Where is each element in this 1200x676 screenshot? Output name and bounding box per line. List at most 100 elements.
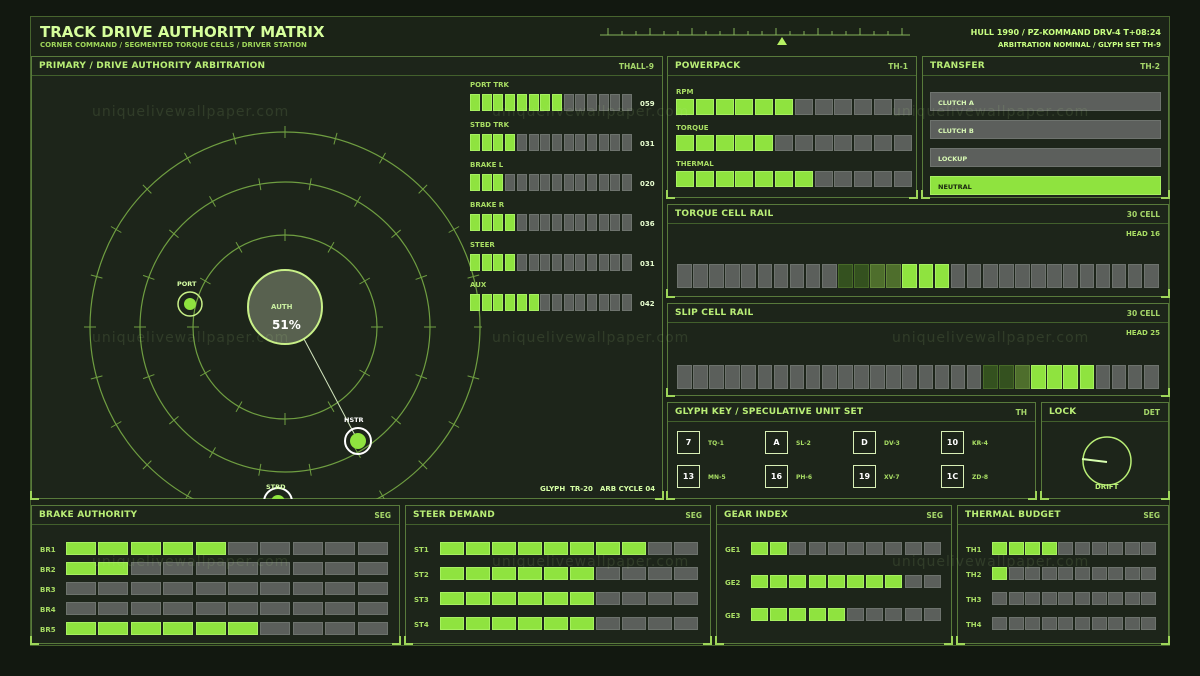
gear-segment (847, 542, 864, 555)
primary-bar-segment (516, 134, 527, 151)
thermal-segment (1091, 617, 1107, 630)
thermal-row-label: TH2 (966, 571, 982, 579)
gear-segment (827, 608, 845, 621)
primary-bar-segment (563, 254, 574, 271)
powerpack-segment (834, 135, 853, 151)
brake-row-label: BR1 (40, 546, 56, 554)
rail-cell (1111, 365, 1127, 389)
powerpack-segment (794, 99, 813, 115)
rail-cell (789, 365, 805, 389)
hstr-label: HSTR (344, 416, 364, 424)
gear-segment (847, 608, 864, 621)
thermal-panel: THERMAL BUDGET SEG TH1 TH2 TH3 TH4 (956, 505, 1170, 645)
gear-segment (751, 608, 768, 621)
primary-bar-segment (563, 214, 574, 231)
brake-segment (228, 622, 258, 635)
brake-segment (260, 582, 291, 595)
thermal-segment (1108, 542, 1124, 555)
watermark-5: uniquelivewallpaper.com (492, 104, 690, 120)
radar-tick (110, 226, 122, 233)
gear-segment (847, 575, 864, 588)
radar-tick (359, 277, 371, 285)
rail-cell (725, 264, 740, 288)
transfer-neutral-button[interactable]: NEUTRAL (930, 176, 1161, 195)
port-label: PORT (177, 280, 197, 288)
rail-cell (1095, 264, 1111, 288)
primary-bar-segment (516, 214, 527, 231)
brake-segment (325, 542, 356, 555)
primary-bar-segment (598, 214, 609, 231)
glyph-label: MN-5 (708, 474, 726, 481)
powerpack-title: POWERPACK (675, 61, 741, 71)
primary-bar-segment (563, 174, 574, 191)
brake-segment (292, 622, 323, 635)
thermal-segment (1141, 542, 1157, 555)
transfer-code: TH-2 (1140, 62, 1160, 71)
gear-segment (923, 608, 941, 621)
rail-cell (966, 365, 982, 389)
primary-bar-segment (470, 94, 480, 111)
brake-row-label: BR5 (40, 626, 56, 634)
rail-cell (886, 264, 901, 288)
page-subtitle: CORNER COMMAND / SEGMENTED TORQUE CELLS … (40, 41, 307, 49)
slip-head: HEAD 25 (1125, 329, 1160, 337)
powerpack-segment (715, 171, 734, 187)
primary-bar-segment (493, 254, 504, 271)
rail-cell (854, 365, 869, 389)
powerpack-segment (874, 171, 892, 187)
gear-segment (885, 575, 903, 588)
powerpack-panel: POWERPACK TH-1 RPM TORQUE THERMAL (666, 56, 918, 199)
thermal-segment (1025, 617, 1041, 630)
glyph-box: 7 (677, 431, 700, 454)
rail-cell (725, 365, 740, 389)
primary-bar-segment (610, 214, 621, 231)
radar-tick (169, 415, 179, 425)
brake-segment (325, 622, 356, 635)
powerpack-segment (834, 99, 853, 115)
rail-cell (870, 365, 885, 389)
primary-bar-segment (598, 134, 609, 151)
primary-bar-segment (528, 174, 539, 191)
primary-bar-segment (505, 134, 516, 151)
transfer-clutch-b-button[interactable]: CLUTCH B (930, 120, 1161, 139)
powerpack-segment (794, 135, 813, 151)
thermal-segment (1108, 617, 1124, 630)
powerpack-segment (735, 171, 754, 187)
primary-bar-label: AUX (470, 281, 487, 289)
rail-cell (966, 264, 982, 288)
radar-tick (391, 415, 401, 425)
brake-segment (195, 622, 226, 635)
gear-panel: GEAR INDEX SEG GE1 GE2 GE3 (715, 505, 953, 645)
radar-tick (391, 229, 401, 239)
thermal-row-label: TH1 (966, 546, 982, 554)
brake-segment (357, 542, 388, 555)
glyph-box: 1C (941, 465, 964, 488)
primary-bar-segment (540, 174, 551, 191)
steer-row-label: ST3 (414, 596, 429, 604)
primary-bar-segment (481, 294, 492, 311)
steer-segment (596, 592, 620, 605)
glyph-label: ZD-8 (972, 474, 989, 481)
primary-bar-segment (516, 294, 527, 311)
radar-tick (209, 447, 216, 459)
primary-bar-segment (551, 294, 562, 311)
steer-segment (492, 592, 516, 605)
thermal-segment (1141, 592, 1157, 605)
primary-bar-label: BRAKE L (470, 161, 504, 169)
brake-row-label: BR4 (40, 606, 56, 614)
primary-bar-value: 042 (640, 300, 655, 308)
brake-code: SEG (374, 511, 391, 520)
rail-cell (1079, 264, 1095, 288)
powerpack-segment (814, 171, 833, 187)
brake-segment (357, 562, 388, 575)
torque-title: TORQUE CELL RAIL (675, 209, 774, 219)
rail-cell (1111, 264, 1127, 288)
primary-footer-cycle: ARB CYCLE 04 (600, 485, 656, 493)
primary-bar-segment (551, 214, 562, 231)
thermal-segment (1091, 567, 1107, 580)
transfer-lockup-button[interactable]: LOCKUP (930, 148, 1161, 167)
powerpack-segment (775, 171, 793, 187)
primary-bar-segment (505, 294, 516, 311)
rail-cell (757, 365, 773, 389)
rail-cell (982, 264, 998, 288)
